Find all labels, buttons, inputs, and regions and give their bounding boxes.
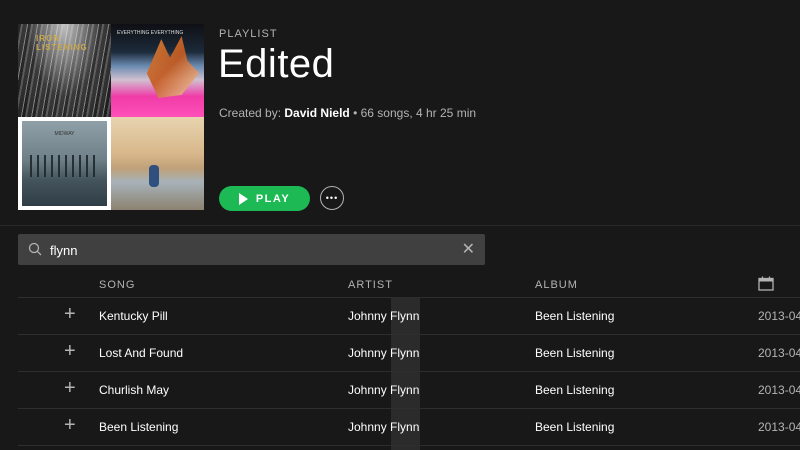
cover-tile-2: EVERYTHING EVERYTHING: [111, 24, 204, 117]
cover-tile-text: EVERYTHING EVERYTHING: [117, 30, 184, 36]
header-divider: [0, 225, 800, 226]
more-options-button[interactable]: •••: [320, 186, 344, 210]
fox-image: [146, 36, 199, 98]
playlist-type-label: PLAYLIST: [219, 28, 278, 40]
column-header-album[interactable]: ALBUM: [535, 279, 578, 291]
cover-tile-text: IRON LISTENING: [36, 34, 88, 52]
table-row[interactable]: + Churlish May Johnny Flynn Been Listeni…: [18, 372, 800, 409]
cover-tile-1: IRON LISTENING: [18, 24, 111, 117]
cover-tile-3-art: MIDWAY: [22, 121, 107, 206]
track-date: 2013-04: [758, 309, 800, 323]
cover-tile-4: [111, 117, 204, 210]
add-track-icon[interactable]: +: [64, 377, 76, 400]
track-title: Lost And Found: [99, 346, 184, 360]
play-button[interactable]: PLAY: [219, 186, 310, 211]
cover-tile-text: MIDWAY: [54, 131, 75, 137]
track-album[interactable]: Been Listening: [535, 346, 614, 360]
play-icon: [238, 192, 248, 205]
track-album[interactable]: Been Listening: [535, 309, 614, 323]
column-header-song[interactable]: SONG: [99, 279, 135, 291]
track-artist[interactable]: Johnny Flynn: [348, 309, 419, 323]
created-by-label: Created by:: [219, 106, 282, 120]
more-icon: •••: [325, 192, 339, 203]
add-track-icon[interactable]: +: [64, 414, 76, 437]
track-date: 2013-04: [758, 420, 800, 434]
table-row[interactable]: + Kentucky Pill Johnny Flynn Been Listen…: [18, 298, 800, 335]
play-button-label: PLAY: [255, 192, 291, 205]
table-row[interactable]: + Been Listening Johnny Flynn Been Liste…: [18, 409, 800, 446]
filter-input[interactable]: [48, 240, 452, 261]
search-icon: [28, 242, 42, 261]
cover-tile-3: MIDWAY: [18, 117, 111, 210]
creator-link[interactable]: David Nield: [284, 106, 349, 120]
track-table-header: SONG ARTIST ALBUM: [18, 276, 800, 297]
track-date: 2013-04: [758, 346, 800, 360]
playlist-header: IRON LISTENING EVERYTHING EVERYTHING MID…: [0, 0, 800, 226]
beach-figure-image: [149, 165, 159, 187]
playlist-cover[interactable]: IRON LISTENING EVERYTHING EVERYTHING MID…: [18, 24, 204, 210]
column-header-artist[interactable]: ARTIST: [348, 279, 393, 291]
clear-filter-icon[interactable]: ✕: [462, 240, 475, 259]
add-track-icon[interactable]: +: [64, 303, 76, 326]
track-title: Churlish May: [99, 383, 170, 397]
track-artist[interactable]: Johnny Flynn: [348, 383, 419, 397]
track-artist[interactable]: Johnny Flynn: [348, 420, 419, 434]
filter-bar: ✕: [18, 234, 485, 265]
table-row[interactable]: + Lost And Found Johnny Flynn Been Liste…: [18, 335, 800, 372]
track-list: + Kentucky Pill Johnny Flynn Been Listen…: [18, 298, 800, 446]
page-title: Edited: [218, 42, 335, 86]
track-date: 2013-04: [758, 383, 800, 397]
calendar-icon[interactable]: [758, 276, 774, 294]
playlist-summary: • 66 songs, 4 hr 25 min: [353, 106, 477, 120]
track-title: Kentucky Pill: [99, 309, 168, 323]
track-artist[interactable]: Johnny Flynn: [348, 346, 419, 360]
add-track-icon[interactable]: +: [64, 340, 76, 363]
track-album[interactable]: Been Listening: [535, 383, 614, 397]
track-album[interactable]: Been Listening: [535, 420, 614, 434]
playlist-meta: Created by: David Nield • 66 songs, 4 hr…: [219, 106, 476, 120]
track-title: Been Listening: [99, 420, 179, 434]
